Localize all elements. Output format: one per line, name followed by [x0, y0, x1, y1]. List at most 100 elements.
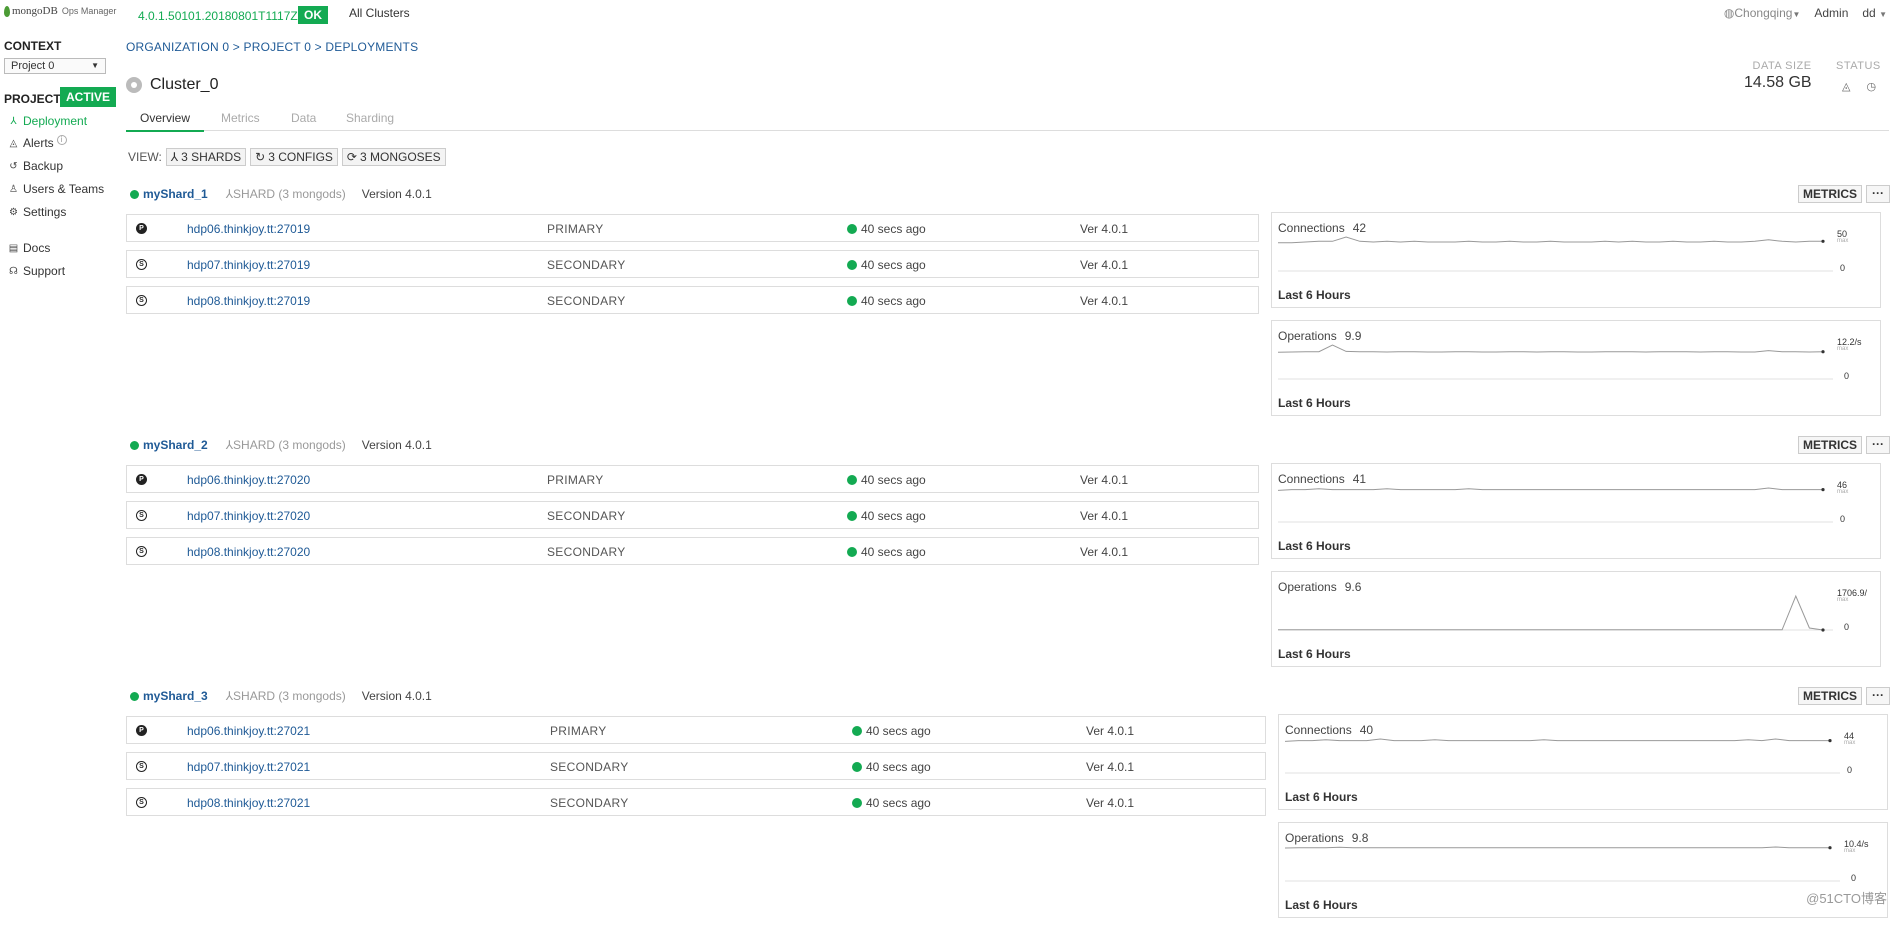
metric-chart-connections[interactable]: Connections 40 44 max 0 Last 6 Hours [1278, 714, 1888, 810]
bell-icon[interactable]: ◬ [1842, 80, 1850, 93]
tab-data[interactable]: Data [291, 111, 316, 125]
all-clusters-link[interactable]: All Clusters [349, 6, 410, 20]
leaf-icon [4, 5, 10, 17]
metric-chart-connections[interactable]: Connections 41 46 max 0 Last 6 Hours [1271, 463, 1881, 559]
project-select-value: Project 0 [11, 60, 55, 72]
max-caption: max [1837, 238, 1849, 244]
process-host-link[interactable]: hdp08.thinkjoy.tt:27020 [187, 545, 310, 559]
chart-series-line [1278, 236, 1823, 244]
primary-icon: P [136, 223, 147, 234]
sparkline [1278, 487, 1833, 523]
more-options-button[interactable]: ··· [1866, 687, 1890, 705]
status-dot [847, 511, 857, 521]
primary-icon: P [136, 725, 147, 736]
chart-max-value: 44 max [1844, 731, 1855, 746]
sidebar-item-users-teams[interactable]: ♙ Users & Teams [8, 182, 104, 196]
process-role: PRIMARY [550, 724, 607, 738]
sidebar-item-alerts[interactable]: ◬ Alerts i [8, 135, 67, 150]
logo-brand: mongoDB [12, 5, 58, 17]
status-dot [130, 440, 139, 450]
sparkline [1285, 846, 1840, 882]
metrics-button[interactable]: METRICS [1798, 436, 1862, 454]
process-row: S hdp07.thinkjoy.tt:27020 SECONDARY 40 s… [126, 501, 1259, 529]
top-right-menu: ◍Chongqing▼ Admin dd ▼ [1724, 6, 1887, 20]
version-link[interactable]: 4.0.1.50101.20180801T1117Z [138, 9, 298, 23]
secondary-icon: S [136, 797, 147, 808]
sidebar-item-docs[interactable]: ▤ Docs [8, 241, 51, 255]
process-host-link[interactable]: hdp06.thinkjoy.tt:27020 [187, 473, 310, 487]
sparkline [1285, 738, 1840, 774]
sidebar-item-label: Deployment [23, 114, 88, 128]
metrics-button[interactable]: METRICS [1798, 185, 1862, 203]
view-shards-button[interactable]: ⅄ 3 SHARDS [165, 148, 247, 166]
view-configs-button[interactable]: ↻ 3 CONFIGS [250, 148, 338, 166]
metrics-button[interactable]: METRICS [1798, 687, 1862, 705]
process-host-link[interactable]: hdp08.thinkjoy.tt:27019 [187, 294, 310, 308]
location-dropdown[interactable]: ◍Chongqing▼ [1724, 6, 1800, 20]
process-host-link[interactable]: hdp07.thinkjoy.tt:27020 [187, 509, 310, 523]
process-last-ping: 40 secs ago [847, 473, 926, 487]
tab-metrics[interactable]: Metrics [221, 111, 260, 125]
sidebar-item-deployment[interactable]: ⅄ Deployment [8, 114, 87, 128]
metric-chart-connections[interactable]: Connections 42 50 max 0 Last 6 Hours [1271, 212, 1881, 308]
more-options-button[interactable]: ··· [1866, 185, 1890, 203]
shard-type: ⅄SHARD (3 mongods) [226, 438, 346, 452]
shard-name-link[interactable]: myShard_3 [143, 689, 208, 703]
metric-chart-operations[interactable]: Operations 9.8 10.4/s max 0 Last 6 Hours [1278, 822, 1888, 918]
shard-version: Version 4.0.1 [361, 438, 432, 452]
more-options-button[interactable]: ··· [1866, 436, 1890, 454]
process-row: S hdp07.thinkjoy.tt:27019 SECONDARY 40 s… [126, 250, 1259, 278]
shard-name-link[interactable]: myShard_1 [143, 187, 208, 201]
process-row: P hdp06.thinkjoy.tt:27020 PRIMARY 40 sec… [126, 465, 1259, 493]
process-host-link[interactable]: hdp07.thinkjoy.tt:27019 [187, 258, 310, 272]
globe-icon: ◍ [1723, 6, 1735, 20]
chart-series-line [1278, 487, 1823, 491]
view-mongoses-button[interactable]: ⟳ 3 MONGOSES [341, 148, 446, 166]
view-shards-label: 3 SHARDS [181, 150, 242, 164]
process-version: Ver 4.0.1 [1080, 473, 1129, 487]
context-label: CONTEXT [4, 39, 62, 53]
chart-zero-value: 0 [1844, 371, 1850, 381]
chart-max-value: 46 max [1837, 480, 1848, 495]
breadcrumb[interactable]: ORGANIZATION 0 > PROJECT 0 > DEPLOYMENTS [126, 40, 418, 54]
process-host-link[interactable]: hdp07.thinkjoy.tt:27021 [187, 760, 310, 774]
metric-chart-operations[interactable]: Operations 9.6 1706.9/max 0 Last 6 Hours [1271, 571, 1881, 667]
process-row: S hdp08.thinkjoy.tt:27019 SECONDARY 40 s… [126, 286, 1259, 314]
secondary-icon: S [136, 510, 147, 521]
sparkline [1278, 236, 1833, 272]
user-menu[interactable]: dd ▼ [1862, 6, 1887, 20]
process-version: Ver 4.0.1 [1080, 222, 1129, 236]
history-icon[interactable]: ◷ [1866, 80, 1876, 93]
admin-link[interactable]: Admin [1814, 6, 1848, 20]
process-host-link[interactable]: hdp08.thinkjoy.tt:27021 [187, 796, 310, 810]
docs-icon: ▤ [8, 242, 19, 254]
mongodb-logo[interactable]: mongoDB Ops Manager [4, 5, 116, 17]
tab-sharding[interactable]: Sharding [346, 111, 394, 125]
project-status-badge: ACTIVE [60, 87, 117, 107]
sidebar-item-backup[interactable]: ↺ Backup [8, 159, 63, 173]
shard-actions: METRICS ··· [1798, 185, 1890, 203]
process-role: SECONDARY [547, 294, 626, 308]
sidebar-item-settings[interactable]: ⚙ Settings [8, 205, 66, 219]
status-dot [847, 224, 857, 234]
secondary-icon: S [136, 546, 147, 557]
shard-icon: ⅄ [170, 150, 179, 164]
shard-name-link[interactable]: myShard_2 [143, 438, 208, 452]
watermark: @51CTO博客 [1806, 891, 1887, 906]
sidebar-item-support[interactable]: ☊ Support [8, 264, 65, 278]
shard-actions: METRICS ··· [1798, 687, 1890, 705]
shard-actions: METRICS ··· [1798, 436, 1890, 454]
chart-time-range: Last 6 Hours [1278, 539, 1351, 553]
process-last-ping: 40 secs ago [847, 222, 926, 236]
chart-max-value: 50 max [1837, 229, 1848, 244]
process-role: SECONDARY [550, 796, 629, 810]
chart-series-line [1285, 846, 1830, 849]
process-host-link[interactable]: hdp06.thinkjoy.tt:27021 [187, 724, 310, 738]
chart-time-range: Last 6 Hours [1278, 396, 1351, 410]
process-version: Ver 4.0.1 [1086, 796, 1135, 810]
tab-overview[interactable]: Overview [126, 111, 205, 132]
project-select[interactable]: Project 0 ▼ [4, 58, 106, 74]
process-last-ping: 40 secs ago [847, 258, 926, 272]
process-host-link[interactable]: hdp06.thinkjoy.tt:27019 [187, 222, 310, 236]
metric-chart-operations[interactable]: Operations 9.9 12.2/s max 0 Last 6 Hours [1271, 320, 1881, 416]
